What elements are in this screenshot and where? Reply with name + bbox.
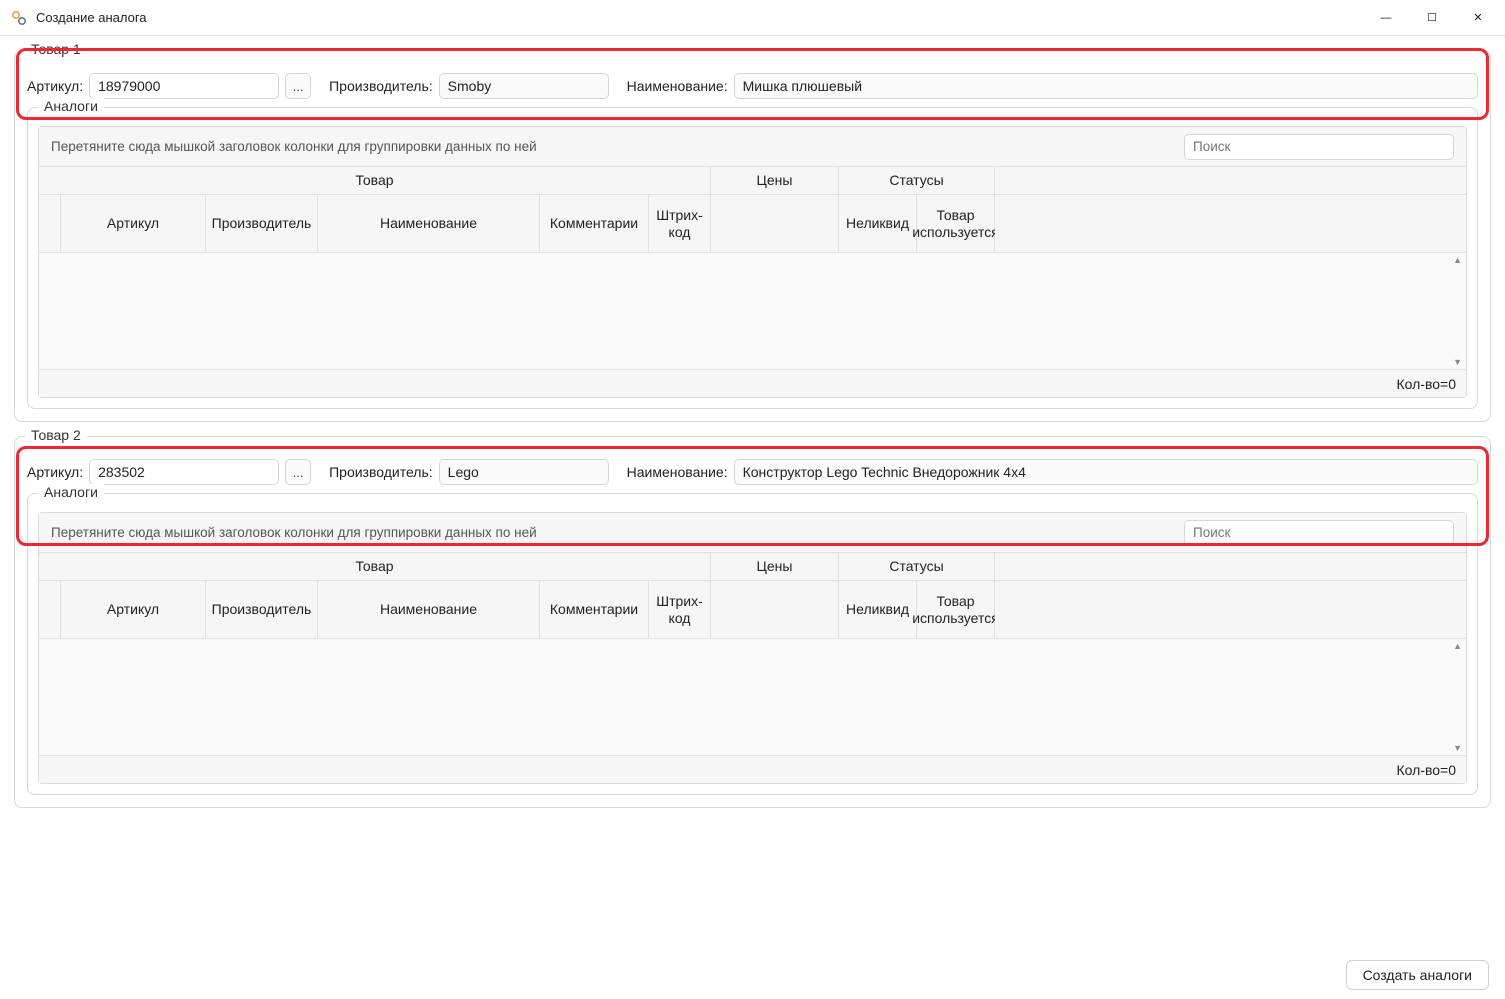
grid1-scroll-down-icon[interactable]: ▼ — [1453, 357, 1462, 367]
grid2-col-article[interactable]: Артикул — [61, 581, 206, 639]
label-manufacturer-2: Производитель: — [329, 464, 433, 480]
grid2-col-manufacturer[interactable]: Производитель — [206, 581, 318, 639]
grid2-col-comment[interactable]: Комментарии — [540, 581, 649, 639]
grid1-band-prices[interactable]: Цены — [711, 167, 839, 195]
grid2-band-fill — [995, 553, 1466, 581]
analogs-legend-2: Аналоги — [38, 484, 104, 500]
product1-row: Артикул: ... Производитель: Наименование… — [27, 73, 1478, 99]
grid-2: Перетяните сюда мышкой заголовок колонки… — [38, 512, 1467, 784]
grid2-group-hint: Перетяните сюда мышкой заголовок колонки… — [51, 525, 1174, 540]
groupbox-legend-product2: Товар 2 — [25, 427, 87, 443]
grid1-group-hint: Перетяните сюда мышкой заголовок колонки… — [51, 139, 1174, 154]
grid2-scroll-down-icon[interactable]: ▼ — [1453, 743, 1462, 753]
grid1-col-comment[interactable]: Комментарии — [540, 195, 649, 253]
grid1-band-tovar[interactable]: Товар — [39, 167, 711, 195]
grid1-col-manufacturer[interactable]: Производитель — [206, 195, 318, 253]
grid2-header: Товар Цены Статусы Артикул Производитель… — [39, 553, 1466, 639]
grid1-group-panel[interactable]: Перетяните сюда мышкой заголовок колонки… — [39, 127, 1466, 167]
grid2-rowsel-header[interactable] — [39, 581, 61, 639]
grid1-search-input[interactable] — [1184, 134, 1454, 160]
groupbox-product2: Товар 2 Артикул: ... Производитель: Наим… — [14, 436, 1491, 808]
grid2-group-panel[interactable]: Перетяните сюда мышкой заголовок колонки… — [39, 513, 1466, 553]
grid2-search-input[interactable] — [1184, 520, 1454, 546]
grid1-col-article[interactable]: Артикул — [61, 195, 206, 253]
groupbox-product1: Товар 1 Артикул: ... Производитель: Наим… — [14, 50, 1491, 422]
label-name: Наименование: — [627, 78, 728, 94]
grid2-col-prices[interactable] — [711, 581, 839, 639]
grid1-col-fill — [995, 195, 1466, 253]
product2-name-input[interactable] — [734, 459, 1478, 485]
groupbox-legend-product1: Товар 1 — [25, 41, 87, 57]
close-button[interactable]: ✕ — [1455, 3, 1501, 33]
label-manufacturer: Производитель: — [329, 78, 433, 94]
grid1-band-fill — [995, 167, 1466, 195]
analogs-box-2: Аналоги Перетяните сюда мышкой заголовок… — [27, 493, 1478, 795]
grid2-body[interactable]: ▲ ▼ — [39, 639, 1466, 755]
app-icon — [10, 9, 28, 27]
label-article-2: Артикул: — [27, 464, 83, 480]
product1-name-input[interactable] — [734, 73, 1478, 99]
analogs-box-1: Аналоги Перетяните сюда мышкой заголовок… — [27, 107, 1478, 409]
content-area: Товар 1 Артикул: ... Производитель: Наим… — [0, 36, 1505, 951]
grid1-footer: Кол-во=0 — [39, 369, 1466, 397]
grid1-band-status[interactable]: Статусы — [839, 167, 995, 195]
maximize-button[interactable]: ☐ — [1409, 3, 1455, 33]
product2-article-input[interactable] — [89, 459, 279, 485]
grid2-col-name[interactable]: Наименование — [318, 581, 540, 639]
grid1-col-prices[interactable] — [711, 195, 839, 253]
analogs-legend-1: Аналоги — [38, 98, 104, 114]
action-bar: Создать аналоги — [0, 951, 1505, 999]
label-name-2: Наименование: — [627, 464, 728, 480]
grid2-band-prices[interactable]: Цены — [711, 553, 839, 581]
grid1-scroll-up-icon[interactable]: ▲ — [1453, 255, 1462, 265]
product2-lookup-button[interactable]: ... — [285, 459, 311, 485]
grid2-col-fill — [995, 581, 1466, 639]
grid2-band-status[interactable]: Статусы — [839, 553, 995, 581]
grid1-header: Товар Цены Статусы Артикул Производитель… — [39, 167, 1466, 253]
grid-1: Перетяните сюда мышкой заголовок колонки… — [38, 126, 1467, 398]
titlebar: Создание аналога — ☐ ✕ — [0, 0, 1505, 36]
minimize-button[interactable]: — — [1363, 3, 1409, 33]
grid2-count: Кол-во=0 — [1397, 762, 1457, 778]
grid2-band-tovar[interactable]: Товар — [39, 553, 711, 581]
grid2-scroll-up-icon[interactable]: ▲ — [1453, 641, 1462, 651]
label-article: Артикул: — [27, 78, 83, 94]
grid2-footer: Кол-во=0 — [39, 755, 1466, 783]
app-window: Создание аналога — ☐ ✕ Товар 1 Артикул: … — [0, 0, 1505, 999]
product1-manufacturer-input[interactable] — [439, 73, 609, 99]
product2-row: Артикул: ... Производитель: Наименование… — [27, 459, 1478, 485]
create-analogs-button[interactable]: Создать аналоги — [1346, 960, 1489, 990]
grid1-col-used[interactable]: Товар используется — [917, 195, 995, 253]
product2-manufacturer-input[interactable] — [439, 459, 609, 485]
grid1-count: Кол-во=0 — [1397, 376, 1457, 392]
product1-lookup-button[interactable]: ... — [285, 73, 311, 99]
grid1-body[interactable]: ▲ ▼ — [39, 253, 1466, 369]
window-title: Создание аналога — [36, 10, 147, 25]
grid1-rowsel-header[interactable] — [39, 195, 61, 253]
grid2-col-used[interactable]: Товар используется — [917, 581, 995, 639]
grid2-col-barcode[interactable]: Штрих-код — [649, 581, 711, 639]
grid1-col-barcode[interactable]: Штрих-код — [649, 195, 711, 253]
grid1-col-name[interactable]: Наименование — [318, 195, 540, 253]
product1-article-input[interactable] — [89, 73, 279, 99]
